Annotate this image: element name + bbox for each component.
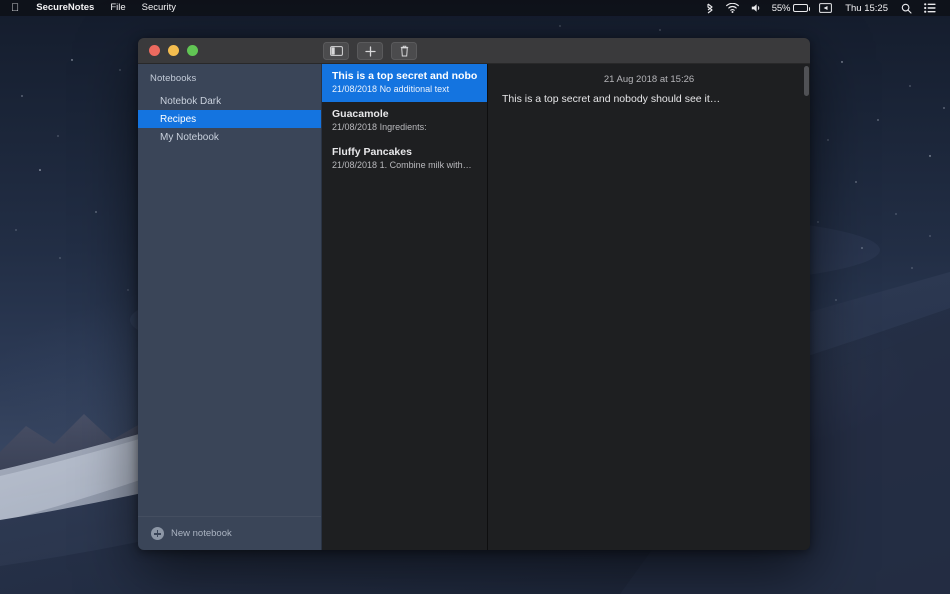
note-subtitle: 21/08/2018 Ingredients:	[332, 121, 478, 134]
menu-bar-status: 55% Thu 15:25	[700, 0, 942, 16]
note-preview: Ingredients:	[379, 122, 427, 132]
note-detail-pane[interactable]: 21 Aug 2018 at 15:26 This is a top secre…	[488, 64, 810, 550]
menu-item-security[interactable]: Security	[134, 0, 184, 16]
sidebar-item-label: Notebok Dark	[160, 95, 222, 107]
menu-bar:  SecureNotes File Security	[0, 0, 950, 16]
battery-percent-label: 55%	[771, 2, 791, 14]
notebooks-sidebar: Notebooks Notebok Dark Recipes My Notebo…	[138, 64, 322, 550]
note-title: Guacamole	[332, 108, 389, 120]
menu-item-app[interactable]: SecureNotes	[28, 0, 102, 16]
wifi-icon[interactable]	[720, 0, 745, 16]
plus-circle-icon	[151, 527, 164, 540]
trash-icon	[400, 45, 408, 57]
sidebar-toggle-icon	[329, 46, 343, 56]
sidebar-item-my-notebook[interactable]: My Notebook	[138, 128, 321, 146]
control-center-icon[interactable]	[918, 0, 942, 16]
note-date: 21/08/2018	[332, 84, 378, 94]
note-date: 21/08/2018	[332, 160, 378, 170]
note-timestamp: 21 Aug 2018 at 15:26	[603, 74, 695, 85]
plus-icon	[364, 45, 376, 57]
menu-item-file[interactable]: File	[102, 0, 133, 16]
new-notebook-button[interactable]: New notebook	[138, 516, 321, 550]
toolbar-buttons	[323, 42, 417, 60]
note-subtitle: 21/08/2018 No additional text	[332, 83, 478, 96]
window-titlebar	[138, 38, 810, 64]
sidebar-item-label: Recipes	[160, 113, 197, 125]
note-list: This is a top secret and nobo… 21/08/201…	[322, 64, 488, 550]
desktop:  SecureNotes File Security	[0, 0, 950, 594]
menu-bar-clock[interactable]: Thu 15:25	[838, 0, 895, 16]
sidebar-item-notebok-dark[interactable]: Notebok Dark	[138, 92, 321, 110]
sidebar-header: Notebooks	[150, 73, 197, 84]
new-notebook-label: New notebook	[171, 528, 232, 539]
sidebar-toggle-button[interactable]	[323, 42, 349, 60]
apple-logo-icon[interactable]: 	[6, 0, 28, 16]
bluetooth-icon[interactable]	[700, 0, 720, 16]
sidebar-item-recipes[interactable]: Recipes	[138, 110, 321, 128]
battery-icon	[793, 4, 811, 12]
securenotes-window: Notebooks Notebok Dark Recipes My Notebo…	[138, 38, 810, 550]
close-button[interactable]	[149, 45, 160, 56]
detail-scrollbar[interactable]	[804, 66, 809, 96]
window-body: Notebooks Notebok Dark Recipes My Notebo…	[138, 64, 810, 550]
screen-mirroring-icon[interactable]	[813, 0, 838, 16]
traffic-lights	[138, 45, 198, 56]
delete-note-button[interactable]	[391, 42, 417, 60]
volume-icon[interactable]	[745, 0, 767, 16]
note-list-item[interactable]: Fluffy Pancakes 21/08/2018 1. Combine mi…	[322, 140, 487, 178]
note-title: Fluffy Pancakes	[332, 146, 412, 158]
note-body-text[interactable]: This is a top secret and nobody should s…	[488, 92, 810, 107]
note-list-item[interactable]: This is a top secret and nobo… 21/08/201…	[322, 64, 487, 102]
note-title: This is a top secret and nobo…	[332, 70, 478, 82]
minimize-button[interactable]	[168, 45, 179, 56]
note-preview: No additional text	[379, 84, 450, 94]
note-list-item[interactable]: Guacamole 21/08/2018 Ingredients:	[322, 102, 487, 140]
note-date: 21/08/2018	[332, 122, 378, 132]
search-icon[interactable]	[895, 0, 918, 16]
notebook-list: Notebok Dark Recipes My Notebook	[138, 90, 321, 516]
new-note-button[interactable]	[357, 42, 383, 60]
note-preview: 1. Combine milk with…	[379, 160, 472, 170]
zoom-button[interactable]	[187, 45, 198, 56]
menu-bar-left:  SecureNotes File Security	[6, 0, 184, 16]
battery-indicator[interactable]: 55%	[767, 3, 813, 14]
sidebar-item-label: My Notebook	[160, 131, 219, 143]
note-subtitle: 21/08/2018 1. Combine milk with…	[332, 159, 478, 172]
